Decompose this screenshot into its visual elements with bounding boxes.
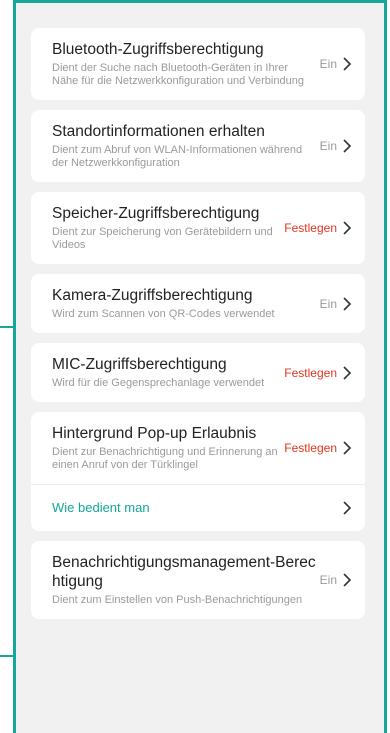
permission-status: Festlegen	[284, 441, 337, 455]
permission-description: Wird für die Gegensprechanlage verwendet	[52, 377, 265, 389]
frame-connector-bottom	[0, 655, 16, 657]
permission-list: Bluetooth-Zugriffsberechtigung Dient der…	[17, 28, 377, 619]
chevron-right-icon	[342, 501, 352, 515]
permission-description: Dient zum Einstellen von Push-Benachrich…	[52, 594, 303, 606]
permission-title: Bluetooth-Zugriffsberechtigung	[52, 41, 264, 58]
permission-description: Dient der Suche nach Bluetooth-Geräten i…	[52, 62, 304, 87]
permission-item-notifications[interactable]: Benachrichtigungsmanagement-Berechtigung…	[31, 541, 365, 619]
permission-item-bluetooth[interactable]: Bluetooth-Zugriffsberechtigung Dient der…	[31, 28, 365, 100]
frame-connector-top	[0, 326, 16, 328]
help-link-row[interactable]: Wie bedient man	[31, 484, 365, 531]
permission-item-camera[interactable]: Kamera-Zugriffsberechtigung Wird zum Sca…	[31, 274, 365, 333]
permission-description: Dient zur Benachrichtigung und Erinnerun…	[52, 446, 278, 471]
permission-item-storage[interactable]: Speicher-Zugriffsberechtigung Dient zur …	[31, 192, 365, 264]
permission-title: Benachrichtigungsmanagement-Berechtigung	[52, 554, 316, 590]
chevron-right-icon	[342, 139, 352, 153]
permission-title: Hintergrund Pop-up Erlaubnis	[52, 425, 257, 442]
permission-title: MIC-Zugriffsberechtigung	[52, 356, 227, 373]
permission-status: Festlegen	[284, 365, 337, 380]
permission-title: Speicher-Zugriffsberechtigung	[52, 205, 260, 222]
permission-title: Standortinformationen erhalten	[52, 123, 265, 140]
permission-item-microphone[interactable]: MIC-Zugriffsberechtigung Wird für die Ge…	[31, 343, 365, 402]
permission-description: Dient zur Speicherung von Gerätebildern …	[52, 226, 273, 251]
permission-status: Ein	[319, 57, 337, 71]
permission-status: Ein	[319, 139, 337, 153]
chevron-right-icon	[342, 573, 352, 587]
chevron-right-icon	[342, 296, 352, 311]
permission-description: Wird zum Scannen von QR-Codes verwendet	[52, 308, 275, 320]
permission-status: Festlegen	[284, 221, 337, 235]
permission-status: Ein	[319, 573, 337, 587]
chevron-right-icon	[342, 441, 352, 455]
chevron-right-icon	[342, 57, 352, 71]
permission-item-location[interactable]: Standortinformationen erhalten Dient zum…	[31, 110, 365, 182]
help-link[interactable]: Wie bedient man	[52, 500, 323, 516]
permission-title: Kamera-Zugriffsberechtigung	[52, 287, 253, 304]
permission-status: Ein	[319, 296, 337, 311]
permission-description: Dient zum Abruf von WLAN-Informationen w…	[52, 144, 303, 169]
chevron-right-icon	[342, 365, 352, 380]
chevron-right-icon	[342, 221, 352, 235]
permission-item-background-popup[interactable]: Hintergrund Pop-up Erlaubnis Dient zur B…	[31, 412, 365, 484]
